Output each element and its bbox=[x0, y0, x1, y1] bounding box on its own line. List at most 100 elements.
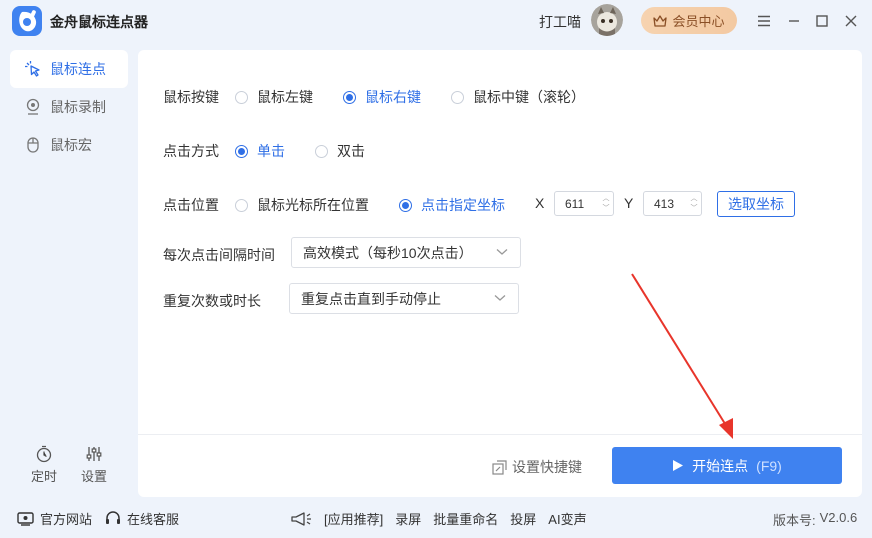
version-number: V2.0.6 bbox=[819, 510, 858, 525]
radio-middle-button[interactable]: 鼠标中键（滚轮） bbox=[451, 87, 585, 107]
record-icon bbox=[26, 98, 40, 115]
vip-center-label: 会员中心 bbox=[672, 14, 725, 29]
close-icon bbox=[845, 15, 857, 27]
repeat-select[interactable]: 重复点击直到手动停止 bbox=[289, 283, 519, 314]
pick-coordinate-button[interactable]: 选取坐标 bbox=[717, 191, 795, 217]
radio-label: 鼠标中键（滚轮） bbox=[473, 89, 585, 105]
version-info: 版本号: V2.0.6 bbox=[773, 510, 857, 529]
timer-tool-label: 定时 bbox=[30, 469, 57, 484]
y-coordinate-input[interactable]: 413 ︿ ﹀ bbox=[643, 191, 702, 216]
radio-right-button[interactable]: 鼠标右键 bbox=[343, 87, 421, 107]
official-website-link[interactable]: 官方网站 bbox=[17, 509, 92, 528]
version-label: 版本号: bbox=[773, 513, 816, 528]
y-stepper[interactable]: ︿ ﹀ bbox=[689, 194, 699, 213]
start-clicking-button[interactable]: 开始连点 (F9) bbox=[612, 447, 842, 484]
radio-dot bbox=[235, 90, 248, 104]
footer-bar: 官方网站 在线客服 [应用推荐] 录屏 批量重命名 投屏 AI变声 版本号: V… bbox=[0, 498, 872, 538]
radio-label: 点击指定坐标 bbox=[421, 197, 505, 213]
repeat-value: 重复点击直到手动停止 bbox=[301, 290, 441, 307]
radio-specified-coordinate[interactable]: 点击指定坐标 bbox=[399, 195, 505, 215]
stepper-up-icon[interactable]: ︿ bbox=[689, 194, 699, 203]
sidebar-item-mouse-macro[interactable]: 鼠标宏 bbox=[10, 126, 128, 164]
megaphone-icon bbox=[291, 511, 311, 526]
chevron-down-icon bbox=[496, 249, 508, 255]
title-bar: 金舟鼠标连点器 打工喵 会员中心 bbox=[0, 0, 872, 42]
sliders-icon bbox=[86, 447, 102, 461]
interval-label: 每次点击间隔时间 bbox=[163, 247, 275, 263]
set-shortcut-label: 设置快捷键 bbox=[512, 459, 582, 475]
y-coordinate-value: 413 bbox=[654, 196, 675, 211]
sidebar-item-auto-click[interactable]: 鼠标连点 bbox=[10, 50, 128, 88]
radio-double-click[interactable]: 双击 bbox=[315, 141, 365, 161]
radio-dot bbox=[235, 144, 248, 158]
settings-tool-label: 设置 bbox=[80, 469, 107, 484]
app-link-batch-rename[interactable]: 批量重命名 bbox=[433, 509, 498, 528]
user-avatar[interactable] bbox=[591, 4, 623, 36]
app-logo-icon bbox=[12, 6, 42, 36]
radio-label: 单击 bbox=[257, 143, 285, 159]
app-link-screen-cast[interactable]: 投屏 bbox=[510, 509, 536, 528]
main-panel: 鼠标按键 鼠标左键 鼠标右键 鼠标中键（滚轮） 点击方式 单击 双击 点击位置 … bbox=[138, 50, 862, 497]
minimize-button[interactable] bbox=[783, 10, 805, 32]
radio-single-click[interactable]: 单击 bbox=[235, 141, 285, 161]
repeat-label: 重复次数或时长 bbox=[163, 293, 261, 309]
close-button[interactable] bbox=[840, 10, 862, 32]
click-position-label: 点击位置 bbox=[163, 197, 219, 213]
radio-dot bbox=[343, 90, 356, 104]
sidebar-item-label: 鼠标连点 bbox=[50, 61, 106, 77]
sidebar-item-mouse-record[interactable]: 鼠标录制 bbox=[10, 88, 128, 126]
sidebar-item-label: 鼠标录制 bbox=[50, 99, 106, 115]
maximize-button[interactable] bbox=[811, 10, 833, 32]
click-mode-label: 点击方式 bbox=[163, 143, 219, 159]
stepper-down-icon[interactable]: ﹀ bbox=[601, 204, 611, 213]
cursor-click-icon bbox=[25, 61, 40, 77]
app-link-ai-voice[interactable]: AI变声 bbox=[548, 509, 586, 528]
x-coordinate-value: 611 bbox=[565, 196, 585, 211]
clock-icon bbox=[36, 445, 52, 463]
maximize-icon bbox=[816, 15, 828, 27]
radio-label: 鼠标右键 bbox=[365, 89, 421, 105]
mouse-icon bbox=[27, 137, 39, 153]
radio-label: 鼠标光标所在位置 bbox=[257, 197, 369, 213]
menu-button[interactable] bbox=[753, 10, 775, 32]
sidebar-item-label: 鼠标宏 bbox=[50, 137, 92, 153]
divider bbox=[138, 434, 862, 435]
username[interactable]: 打工喵 bbox=[539, 12, 581, 32]
x-stepper[interactable]: ︿ ﹀ bbox=[601, 194, 611, 213]
stepper-down-icon[interactable]: ﹀ bbox=[689, 204, 699, 213]
timer-tool-button[interactable]: 定时 bbox=[24, 445, 64, 485]
x-coordinate-input[interactable]: 611 ︿ ﹀ bbox=[554, 191, 614, 216]
radio-dot bbox=[399, 198, 412, 212]
online-support-link[interactable]: 在线客服 bbox=[105, 509, 179, 528]
vip-center-button[interactable]: 会员中心 bbox=[641, 7, 737, 34]
crown-icon bbox=[653, 14, 668, 27]
radio-cursor-position[interactable]: 鼠标光标所在位置 bbox=[235, 195, 369, 215]
chevron-down-icon bbox=[494, 295, 506, 301]
online-support-label: 在线客服 bbox=[127, 512, 180, 527]
mouse-button-label: 鼠标按键 bbox=[163, 89, 219, 105]
interval-value: 高效模式（每秒10次点击） bbox=[303, 244, 473, 261]
radio-left-button[interactable]: 鼠标左键 bbox=[235, 87, 313, 107]
radio-dot bbox=[235, 198, 248, 212]
start-hotkey: (F9) bbox=[756, 457, 782, 474]
y-coordinate-label: Y bbox=[624, 195, 634, 211]
radio-label: 双击 bbox=[337, 143, 365, 159]
minimize-icon bbox=[789, 20, 799, 22]
headset-icon bbox=[106, 511, 120, 524]
interval-select[interactable]: 高效模式（每秒10次点击） bbox=[291, 237, 521, 268]
monitor-icon bbox=[17, 511, 34, 526]
app-link-screen-record[interactable]: 录屏 bbox=[395, 509, 421, 528]
recommend-label: [应用推荐] bbox=[324, 512, 384, 527]
official-website-label: 官方网站 bbox=[40, 512, 93, 527]
start-clicking-label: 开始连点 bbox=[692, 457, 749, 474]
radio-label: 鼠标左键 bbox=[257, 89, 313, 105]
hamburger-icon bbox=[758, 15, 770, 27]
radio-dot bbox=[315, 144, 328, 158]
settings-tool-button[interactable]: 设置 bbox=[74, 445, 114, 485]
app-title: 金舟鼠标连点器 bbox=[50, 14, 148, 30]
play-icon bbox=[673, 460, 684, 471]
set-shortcut-link[interactable]: 设置快捷键 bbox=[492, 457, 582, 477]
stepper-up-icon[interactable]: ︿ bbox=[601, 194, 611, 203]
shortcut-icon bbox=[492, 459, 507, 475]
recommended-apps: [应用推荐] 录屏 批量重命名 投屏 AI变声 bbox=[290, 509, 599, 528]
